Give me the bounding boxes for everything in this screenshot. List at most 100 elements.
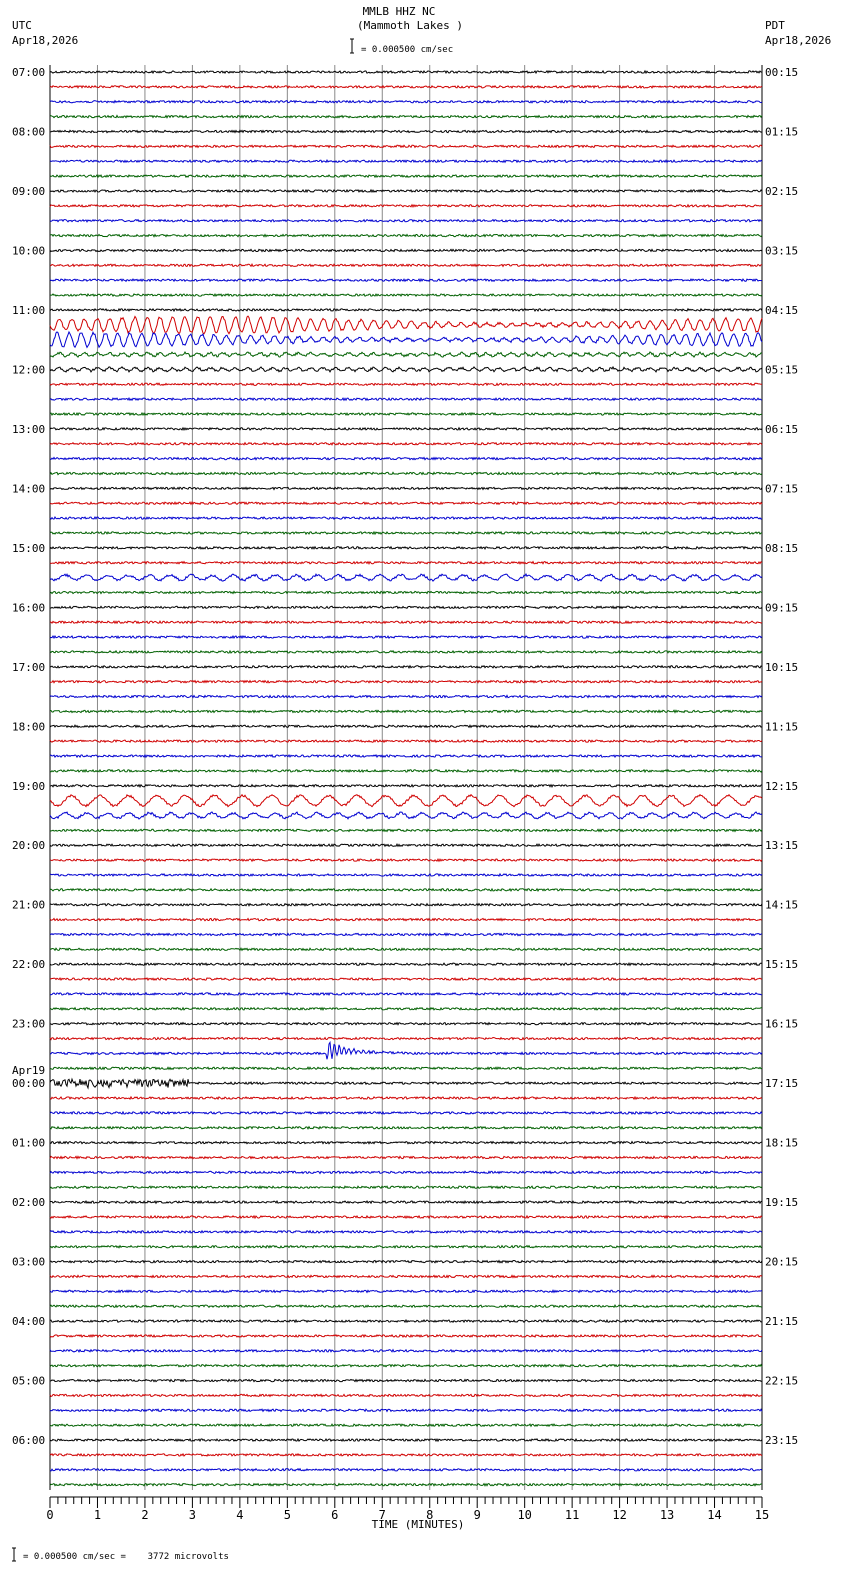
trace-14: [49, 277, 763, 283]
trace-62: [50, 991, 763, 997]
trace-63: [49, 1006, 763, 1012]
trace-91: [49, 1422, 763, 1428]
right-hour-label: 10:15: [765, 661, 798, 674]
left-hour-label: 08:00: [12, 125, 45, 138]
scale-bar-icon: [350, 38, 354, 54]
right-hour-label: 11:15: [765, 720, 798, 733]
trace-70: [49, 1110, 763, 1116]
trace-88: [49, 1378, 763, 1383]
trace-12: [49, 248, 763, 253]
left-hour-label: 09:00: [12, 185, 45, 198]
station-location: (Mammoth Lakes ): [357, 19, 463, 32]
trace-39: [49, 649, 763, 655]
right-hour-label: 09:15: [765, 601, 798, 614]
trace-59: [49, 947, 763, 952]
trace-75: [49, 1185, 763, 1190]
left-hour-label: 04:00: [12, 1315, 45, 1328]
trace-50: [49, 811, 763, 820]
trace-45: [49, 739, 763, 744]
trace-84: [49, 1318, 763, 1324]
right-hour-label: 01:15: [765, 125, 798, 138]
trace-90: [49, 1408, 763, 1413]
x-tick-label: 14: [707, 1508, 721, 1522]
trace-43: [50, 709, 763, 714]
trace-67: [49, 1066, 763, 1071]
trace-83: [49, 1303, 763, 1309]
trace-42: [49, 694, 763, 699]
right-hour-label: 02:15: [765, 185, 798, 198]
x-tick-label: 11: [565, 1508, 579, 1522]
left-hour-label: 01:00: [12, 1137, 45, 1150]
left-hour-label: 18:00: [12, 720, 45, 733]
right-hour-label: 17:15: [765, 1077, 798, 1090]
right-hour-label: 18:15: [765, 1137, 798, 1150]
trace-55: [49, 887, 763, 892]
trace-41: [49, 679, 763, 684]
right-hour-label: 15:15: [765, 958, 798, 971]
trace-18: [49, 330, 763, 349]
trace-15: [50, 292, 763, 298]
trace-31: [49, 530, 762, 536]
right-hour-label: 13:15: [765, 839, 798, 852]
right-hour-label: 19:15: [765, 1196, 798, 1209]
left-hour-label: 05:00: [12, 1375, 45, 1388]
trace-79: [49, 1244, 763, 1249]
trace-47: [49, 768, 763, 774]
trace-65: [49, 1036, 763, 1041]
trace-64: [49, 1021, 763, 1026]
x-tick-label: 2: [141, 1508, 148, 1522]
left-hour-label: 03:00: [12, 1256, 45, 1269]
trace-10: [49, 218, 763, 223]
trace-85: [49, 1333, 763, 1339]
trace-52: [49, 843, 763, 848]
left-hour-label: 16:00: [12, 601, 45, 614]
trace-80: [49, 1259, 763, 1264]
right-hour-label: 21:15: [765, 1315, 798, 1328]
trace-21: [49, 382, 762, 387]
x-tick-label: 13: [660, 1508, 674, 1522]
date-change-label: Apr19: [12, 1064, 45, 1077]
right-hour-label: 04:15: [765, 304, 798, 317]
right-hour-label: 03:15: [765, 244, 798, 257]
left-hour-label: 15:00: [12, 542, 45, 555]
trace-76: [49, 1199, 763, 1205]
trace-24: [49, 426, 763, 431]
x-tick-label: 15: [755, 1508, 769, 1522]
trace-44: [49, 724, 763, 729]
trace-86: [49, 1348, 763, 1353]
trace-16: [49, 307, 763, 313]
left-hour-label: 19:00: [12, 780, 45, 793]
trace-13: [49, 263, 763, 268]
trace-26: [50, 456, 763, 461]
trace-69: [49, 1095, 763, 1101]
trace-4: [49, 129, 763, 134]
trace-36: [49, 605, 763, 610]
left-hour-label: 10:00: [12, 244, 45, 257]
right-hour-label: 22:15: [765, 1375, 798, 1388]
left-hour-label: 23:00: [12, 1018, 45, 1031]
trace-32: [49, 545, 762, 550]
trace-92: [49, 1437, 763, 1443]
trace-57: [49, 917, 763, 922]
right-hour-label: 12:15: [765, 780, 798, 793]
x-tick-label: 9: [474, 1508, 481, 1522]
trace-89: [49, 1393, 763, 1398]
right-timezone: PDT: [765, 19, 785, 32]
trace-29: [49, 500, 763, 506]
trace-33: [49, 560, 763, 565]
trace-73: [49, 1155, 763, 1160]
x-tick-label: 12: [612, 1508, 626, 1522]
right-hour-label: 20:15: [765, 1256, 798, 1269]
left-hour-label: 11:00: [12, 304, 45, 317]
trace-72: [49, 1140, 763, 1145]
trace-28: [49, 486, 763, 491]
right-hour-label: 05:15: [765, 363, 798, 376]
trace-94: [49, 1467, 763, 1472]
trace-22: [49, 397, 763, 402]
helicorder-plot: MMLB HHZ NC (Mammoth Lakes ) UTC Apr18,2…: [12, 5, 831, 1562]
left-hour-label: 21:00: [12, 899, 45, 912]
x-tick-label: 4: [236, 1508, 243, 1522]
left-timezone: UTC: [12, 19, 32, 32]
trace-1: [49, 84, 763, 90]
trace-77: [49, 1214, 763, 1220]
